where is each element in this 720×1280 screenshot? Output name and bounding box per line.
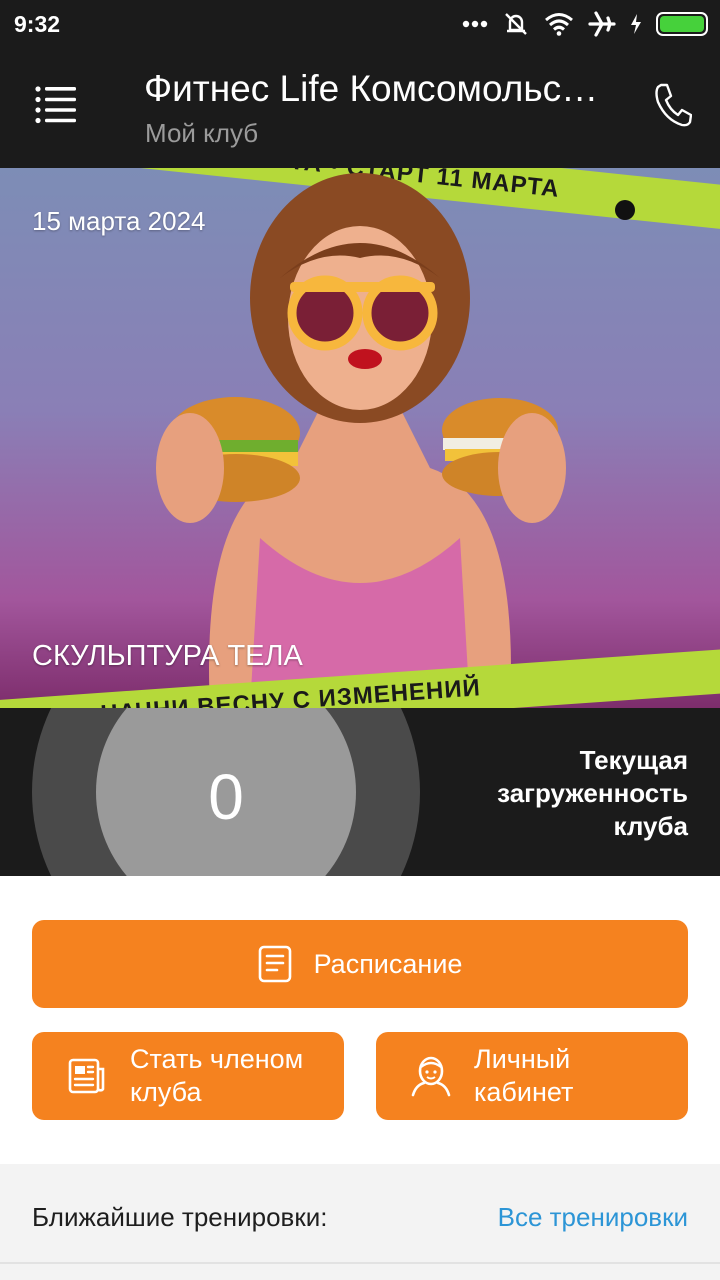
banner-date: 15 марта 2024 [32,206,206,236]
app-bar: Фитнес Life Комсомольский Мой клуб [0,48,720,168]
banner-photo [156,173,566,708]
menu-icon[interactable] [34,84,78,124]
status-icons [462,10,708,38]
divider [0,1262,720,1264]
load-value: 0 [208,761,244,833]
newspaper-icon [68,1058,105,1094]
personal-account-label: Личный кабинет [474,1044,574,1107]
personal-account-button[interactable]: Личный кабинет [376,1032,688,1120]
schedule-label: Расписание [313,948,463,979]
all-trainings-link[interactable]: Все тренировки [498,1202,688,1233]
status-bar: 9:32 [0,0,720,48]
mute-vibrate-icon [505,13,527,35]
carousel-indicator-dot [615,200,635,220]
become-member-label: Стать членом клуба [130,1044,304,1107]
club-title: Фитнес Life Комсомольский [144,68,614,109]
status-time: 9:32 [14,10,61,37]
become-member-button[interactable]: Стать членом клуба [32,1032,344,1120]
schedule-button[interactable]: Расписание [32,920,688,1008]
actions-panel: Расписание Стать членом клуба Личный каб… [0,876,720,1164]
wifi-icon [545,13,573,36]
phone-icon[interactable] [652,82,692,128]
club-load-section: 0 Текущая загруженность клуба [0,708,720,876]
upcoming-trainings-header: Ближайшие тренировки: Все тренировки [0,1164,720,1280]
upcoming-title: Ближайшие тренировки: [32,1202,328,1232]
load-label: Текущая загруженность клуба [497,745,688,841]
club-subtitle: Мой клуб [145,118,259,148]
battery-icon [656,12,708,36]
schedule-icon [258,945,291,983]
dots-icon [462,20,488,28]
airplane-icon [588,11,616,37]
banner-caption: СКУЛЬПТУРА ТЕЛА [32,640,303,672]
user-icon [411,1056,451,1097]
promo-banner[interactable]: 11 МАРТА • СТАРТ 11 МАРТА • СТАРТ 11 МАР… [0,168,720,708]
charging-icon [631,14,641,34]
